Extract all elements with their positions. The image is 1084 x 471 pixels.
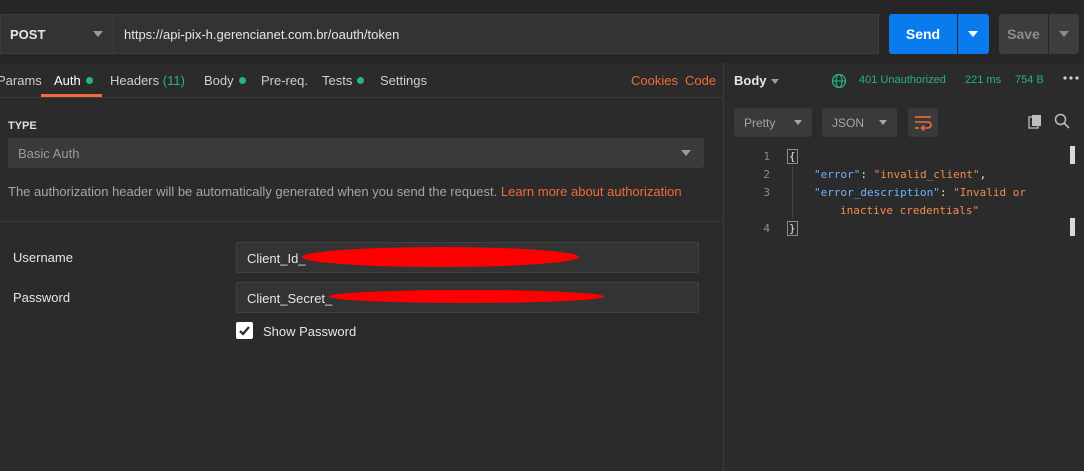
- url-value: https://api-pix-h.gerencianet.com.br/oau…: [124, 26, 400, 42]
- more-options-icon[interactable]: [1063, 75, 1079, 81]
- password-field[interactable]: Client_Secret_: [236, 282, 699, 313]
- search-icon[interactable]: [1054, 113, 1070, 129]
- active-dot-icon: [238, 77, 246, 84]
- show-password-label: Show Password: [263, 324, 357, 339]
- method-label: POST: [10, 26, 46, 42]
- tab-body-label: Body: [204, 73, 234, 88]
- brace-close: }: [787, 221, 798, 236]
- wrap-icon: [915, 116, 932, 132]
- tab-prereq-label: Pre-req.: [261, 73, 308, 88]
- cookies-link[interactable]: Cookies: [631, 63, 678, 98]
- json-close-brace: }: [787, 221, 798, 236]
- tab-params[interactable]: Params: [0, 63, 42, 98]
- line-number: 1: [763, 150, 770, 163]
- headers-count: (11): [162, 73, 185, 88]
- response-pane: Body 401 Unauthorized 221 ms 754 B Prett…: [724, 63, 1084, 471]
- chevron-down-icon: [681, 150, 691, 156]
- json-line-error: "error": "invalid_client",: [814, 168, 987, 181]
- format-select[interactable]: Pretty: [734, 108, 812, 137]
- json-string: "invalid_client": [873, 168, 980, 181]
- line-number: 3: [763, 186, 770, 199]
- active-dot-icon: [357, 77, 365, 84]
- status-code[interactable]: 401 Unauthorized: [859, 74, 946, 86]
- tab-params-label: Params: [0, 73, 42, 88]
- line-number: 2: [763, 168, 770, 181]
- response-time[interactable]: 221 ms: [965, 74, 1001, 86]
- active-dot-icon: [85, 77, 93, 84]
- tab-settings-label: Settings: [380, 73, 427, 88]
- wrap-lines-button[interactable]: [908, 108, 938, 137]
- redaction-mark: [329, 290, 604, 303]
- json-open-brace: {: [787, 149, 798, 164]
- password-value: Client_Secret_: [247, 291, 333, 306]
- line-number: 4: [763, 222, 770, 235]
- save-options-button[interactable]: [1049, 14, 1079, 54]
- tab-headers-label: Headers: [110, 73, 160, 88]
- chevron-down-icon: [93, 31, 103, 37]
- tab-body[interactable]: Body: [204, 63, 246, 98]
- auth-type-label: TYPE: [8, 120, 37, 132]
- json-string: "Invalid or: [953, 186, 1026, 199]
- chevron-down-icon: [1059, 31, 1069, 37]
- vertical-scrollbar[interactable]: [1070, 146, 1075, 164]
- tab-auth-label: Auth: [54, 73, 81, 88]
- section-divider: [0, 221, 723, 222]
- chevron-down-icon: [968, 31, 978, 37]
- response-size[interactable]: 754 B: [1015, 74, 1044, 86]
- chevron-down-icon: [879, 120, 887, 125]
- request-tabs: Params Auth Headers (11) Body Pre-req. T…: [0, 63, 723, 98]
- save-button[interactable]: Save: [999, 14, 1048, 54]
- copy-icon[interactable]: [1028, 114, 1043, 129]
- tab-auth[interactable]: Auth: [54, 63, 93, 98]
- response-body-label[interactable]: Body: [734, 73, 767, 88]
- tab-pre-request[interactable]: Pre-req.: [261, 63, 308, 98]
- request-pane: Params Auth Headers (11) Body Pre-req. T…: [0, 63, 723, 471]
- code-link[interactable]: Code: [685, 63, 716, 98]
- globe-icon[interactable]: [831, 73, 847, 89]
- tab-tests-label: Tests: [322, 73, 353, 88]
- auth-description: The authorization header will be automat…: [8, 184, 682, 199]
- indent-guide: [792, 165, 793, 219]
- vertical-scrollbar-marker[interactable]: [1070, 218, 1075, 236]
- auth-type-select[interactable]: Basic Auth: [8, 138, 704, 168]
- username-label: Username: [13, 250, 73, 265]
- show-password-checkbox[interactable]: [236, 322, 253, 339]
- json-line-description: "error_description": "Invalid or: [814, 186, 1026, 199]
- send-button[interactable]: Send: [889, 14, 957, 54]
- tab-tests[interactable]: Tests: [322, 63, 365, 98]
- chevron-down-icon: [794, 120, 802, 125]
- language-label: JSON: [832, 116, 865, 130]
- chevron-down-icon[interactable]: [771, 79, 779, 84]
- username-value: Client_Id_: [247, 251, 306, 266]
- request-bar: POST https://api-pix-h.gerencianet.com.b…: [0, 0, 1084, 63]
- json-key: "error": [814, 168, 861, 181]
- tab-headers[interactable]: Headers (11): [110, 63, 185, 98]
- send-options-button[interactable]: [958, 14, 989, 54]
- username-field[interactable]: Client_Id_: [236, 242, 699, 273]
- learn-more-link[interactable]: Learn more about authorization: [501, 184, 682, 199]
- method-select[interactable]: POST: [0, 14, 113, 54]
- brace-open: {: [787, 149, 798, 164]
- check-icon: [239, 326, 250, 336]
- redaction-mark: [302, 247, 579, 267]
- tab-settings[interactable]: Settings: [380, 63, 427, 98]
- auth-description-text: The authorization header will be automat…: [8, 184, 498, 199]
- password-label: Password: [13, 290, 71, 305]
- json-line-description-cont: inactive credentials": [840, 204, 979, 217]
- language-select[interactable]: JSON: [822, 108, 897, 137]
- active-tab-indicator: [41, 94, 102, 97]
- format-label: Pretty: [744, 116, 776, 130]
- auth-type-value: Basic Auth: [18, 146, 80, 161]
- json-key: "error_description": [814, 186, 940, 199]
- url-input[interactable]: https://api-pix-h.gerencianet.com.br/oau…: [113, 14, 879, 54]
- json-string: inactive credentials": [840, 204, 980, 217]
